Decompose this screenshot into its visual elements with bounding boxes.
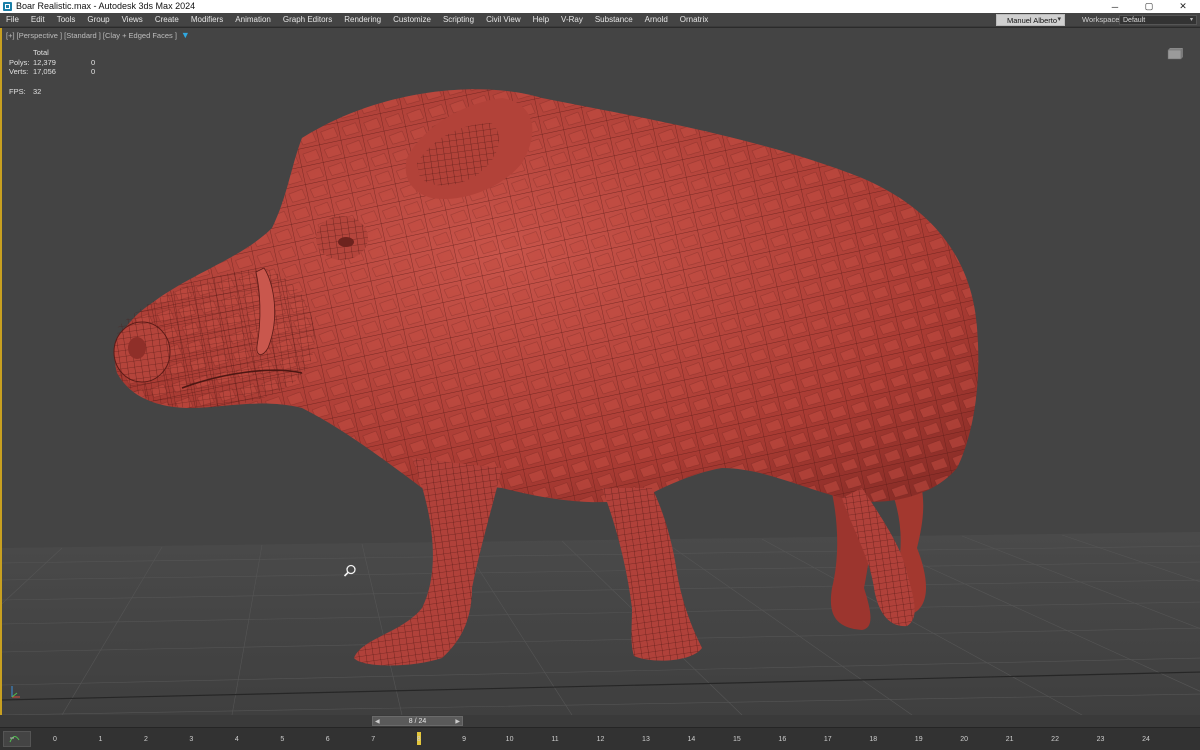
- workspace-select[interactable]: Default ▾: [1119, 15, 1197, 25]
- viewport-label[interactable]: [+] [Perspective ] [Standard ] [Clay + E…: [6, 30, 190, 40]
- zoom-cursor-icon: [343, 564, 356, 577]
- chevron-down-icon: ▾: [1057, 16, 1061, 23]
- timeline-tick-label: 1: [98, 736, 103, 743]
- timeline-tick-label: 12: [596, 736, 605, 743]
- timeline-tick-label: 20: [960, 736, 969, 743]
- window-controls: ─ ▢ ✕: [1098, 0, 1200, 13]
- time-slider-bar: ◀ 8 / 24 ▶: [0, 715, 1200, 727]
- track-bar: 0 1 2 3 4 5 6 7 8 9 10 11 12 13 14 15 16 17 18 19 20 21 22 23 24: [0, 727, 1200, 750]
- user-name: Manuel Alberto: [1007, 15, 1058, 25]
- timeline-tick-label: 5: [280, 736, 285, 743]
- user-account-dropdown[interactable]: Manuel Alberto ▾: [996, 14, 1065, 26]
- menu-ornatrix[interactable]: Ornatrix: [674, 13, 714, 27]
- ground-grid: [2, 532, 1200, 715]
- verts-label: Verts:: [9, 67, 29, 76]
- timeline-tick-label: 23: [1096, 736, 1105, 743]
- stats-header: Total: [33, 48, 49, 57]
- fps-value: 32: [33, 86, 42, 96]
- timeline-tick-label: 11: [551, 736, 559, 743]
- timeline-tick-label: 21: [1005, 736, 1014, 743]
- menu-help[interactable]: Help: [527, 13, 555, 27]
- menu-file[interactable]: File: [0, 13, 25, 27]
- fps-label: FPS:: [9, 86, 26, 96]
- viewport-scene[interactable]: [2, 28, 1200, 715]
- timeline-tick-label: 15: [732, 736, 741, 743]
- timeline-tick-label: 13: [642, 736, 650, 743]
- menu-substance[interactable]: Substance: [589, 13, 639, 27]
- statistics-overlay: Total Polys: 12,379 0 Verts: 17,056 0 FP…: [9, 48, 95, 96]
- viewcube-icon[interactable]: [1166, 46, 1184, 60]
- menu-graph-editors[interactable]: Graph Editors: [277, 13, 338, 27]
- mini-curve-editor-button[interactable]: [3, 731, 31, 747]
- menu-tools[interactable]: Tools: [51, 13, 82, 27]
- title-bar: Boar Realistic.max - Autodesk 3ds Max 20…: [0, 0, 1200, 13]
- timeline-tick-label: 24: [1142, 736, 1150, 743]
- timeline-tick-label: 17: [823, 736, 832, 743]
- verts-total: 17,056: [33, 67, 56, 76]
- timeline-tick-label: 7: [371, 736, 376, 743]
- polys-selected: 0: [91, 57, 96, 67]
- frame-counter: 8 / 24: [408, 717, 427, 725]
- menu-rendering[interactable]: Rendering: [338, 13, 387, 27]
- menu-animation[interactable]: Animation: [229, 13, 277, 27]
- axis-tripod-icon: [11, 686, 20, 698]
- next-frame-icon[interactable]: ▶: [453, 718, 462, 725]
- timeline-tick-label: 22: [1051, 736, 1059, 743]
- timeline-tick-label: 19: [914, 736, 923, 743]
- menu-civil-view[interactable]: Civil View: [480, 13, 527, 27]
- menu-modifiers[interactable]: Modifiers: [185, 13, 229, 27]
- timeline-tick-label: 6: [325, 736, 330, 743]
- minimize-button[interactable]: ─: [1098, 0, 1132, 13]
- verts-selected: 0: [91, 67, 96, 76]
- timeline-tick-label: 8: [416, 736, 421, 743]
- chevron-down-icon: ▾: [1189, 17, 1193, 23]
- menu-create[interactable]: Create: [149, 13, 185, 27]
- curve-editor-icon: [9, 736, 20, 743]
- menu-edit[interactable]: Edit: [25, 13, 51, 27]
- previous-frame-icon[interactable]: ◀: [373, 718, 382, 725]
- track-area[interactable]: 0 1 2 3 4 5 6 7 8 9 10 11 12 13 14 15 16 17 18 19 20 21 22 23 24: [33, 730, 1168, 749]
- timeline-tick-label: 4: [234, 736, 239, 743]
- timeline-tick-label: 0: [53, 736, 57, 743]
- window-title: Boar Realistic.max - Autodesk 3ds Max 20…: [16, 1, 196, 11]
- timeline-tick-label: 18: [869, 736, 878, 743]
- menu-arnold[interactable]: Arnold: [639, 13, 674, 27]
- timeline-tick-label: 16: [778, 736, 787, 743]
- perspective-viewport[interactable]: [+] [Perspective ] [Standard ] [Clay + E…: [0, 28, 1200, 715]
- menu-views[interactable]: Views: [116, 13, 149, 27]
- menu-group[interactable]: Group: [81, 13, 115, 27]
- menu-customize[interactable]: Customize: [387, 13, 437, 27]
- menu-scripting[interactable]: Scripting: [437, 13, 480, 27]
- maximize-button[interactable]: ▢: [1132, 0, 1166, 13]
- close-button[interactable]: ✕: [1166, 0, 1200, 13]
- viewport-label-text[interactable]: [+] [Perspective ] [Standard ] [Clay + E…: [6, 31, 177, 40]
- workspace-value: Default: [1123, 17, 1146, 24]
- app-logo-icon: [3, 2, 12, 11]
- menu-bar: File Edit Tools Group Views Create Modif…: [0, 13, 1200, 27]
- menu-vray[interactable]: V-Ray: [555, 13, 589, 27]
- time-slider[interactable]: ◀ 8 / 24 ▶: [372, 716, 463, 726]
- timeline-tick-label: 10: [505, 736, 514, 743]
- polys-label: Polys:: [9, 57, 30, 67]
- filter-icon[interactable]: ▼: [181, 30, 190, 40]
- timeline-tick-label: 14: [687, 736, 696, 743]
- timeline-tick-label: 9: [462, 736, 467, 743]
- timeline-tick-label: 2: [143, 736, 148, 743]
- timeline-tick-label: 3: [189, 736, 194, 743]
- polys-total: 12,379: [33, 57, 56, 67]
